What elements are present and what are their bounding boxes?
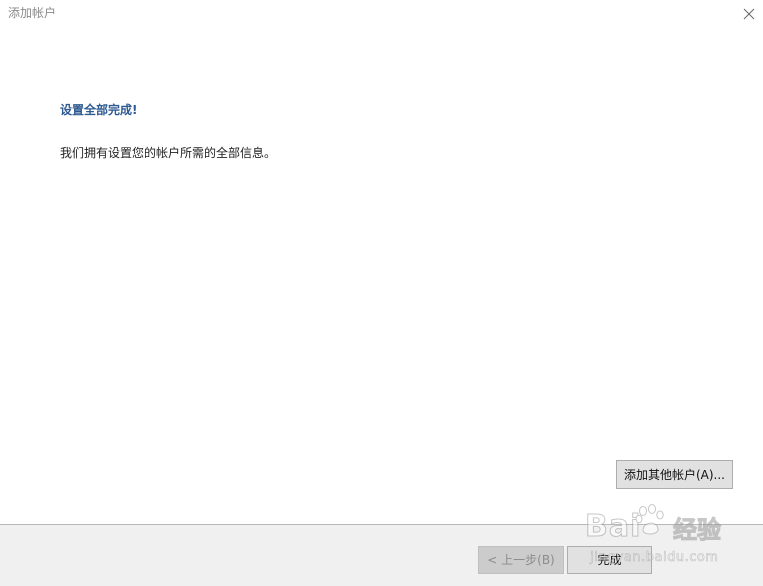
- close-icon: [743, 8, 755, 20]
- add-account-dialog: 添加帐户 设置全部完成! 我们拥有设置您的帐户所需的全部信息。 添加其他帐户(A…: [0, 0, 763, 586]
- dialog-footer: < 上一步(B) 完成: [0, 524, 763, 586]
- title-bar: 添加帐户: [0, 0, 763, 28]
- back-button[interactable]: < 上一步(B): [478, 546, 564, 574]
- finish-button[interactable]: 完成: [567, 546, 652, 574]
- setup-complete-heading: 设置全部完成!: [60, 103, 138, 117]
- close-button[interactable]: [738, 3, 760, 25]
- window-title: 添加帐户: [8, 6, 57, 20]
- setup-complete-message: 我们拥有设置您的帐户所需的全部信息。: [60, 146, 277, 160]
- add-other-account-button[interactable]: 添加其他帐户(A)...: [616, 460, 733, 489]
